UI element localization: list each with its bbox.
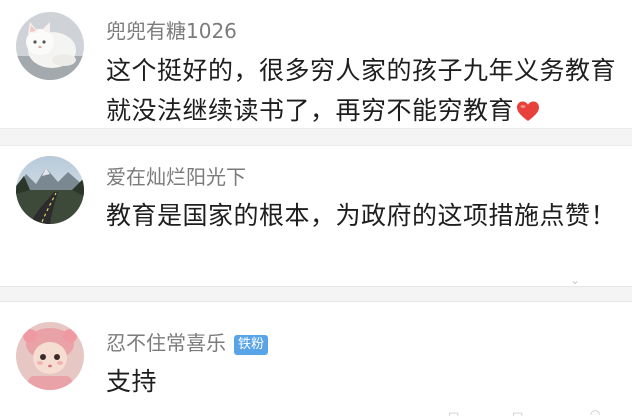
like-icon[interactable]: ◠ <box>590 408 600 416</box>
more-options-icon[interactable]: ⌄ <box>570 274 580 286</box>
comment-feed: 兜兜有糖1026 这个挺好的，很多穷人家的孩子九年义务教育就没法继续读书了，再穷… <box>0 0 632 416</box>
comment-divider <box>0 286 632 302</box>
username[interactable]: 爱在灿烂阳光下 <box>106 161 246 190</box>
comment-item: 兜兜有糖1026 这个挺好的，很多穷人家的孩子九年义务教育就没法继续读书了，再穷… <box>0 0 632 128</box>
comment-text: 这个挺好的，很多穷人家的孩子九年义务教育就没法继续读书了，再穷不能穷教育 <box>106 51 616 134</box>
avatar[interactable] <box>16 12 84 80</box>
reply-icon[interactable]: ▭ <box>512 408 523 416</box>
avatar[interactable] <box>16 156 84 224</box>
doll-photo-icon <box>16 322 84 390</box>
comment-divider <box>0 128 632 146</box>
comment-item: 忍不住常喜乐 铁粉 支持 ▭ ▭ ◠ <box>0 302 632 416</box>
username[interactable]: 兜兜有糖1026 <box>106 15 237 44</box>
fan-badge: 铁粉 <box>234 335 269 355</box>
comment-text: 教育是国家的根本，为政府的这项措施点赞！ <box>106 201 617 230</box>
cat-photo-icon <box>16 12 84 80</box>
username: 忍不住常喜乐 铁粉 <box>106 327 269 356</box>
username-text[interactable]: 忍不住常喜乐 <box>106 331 226 355</box>
share-icon[interactable]: ▭ <box>448 408 459 416</box>
avatar[interactable] <box>16 322 84 390</box>
comment-item: 爱在灿烂阳光下 教育是国家的根本，为政府的这项措施点赞！ ⌄ <box>0 146 632 286</box>
road-landscape-icon <box>16 156 84 224</box>
comment-text: 支持 <box>106 367 158 396</box>
